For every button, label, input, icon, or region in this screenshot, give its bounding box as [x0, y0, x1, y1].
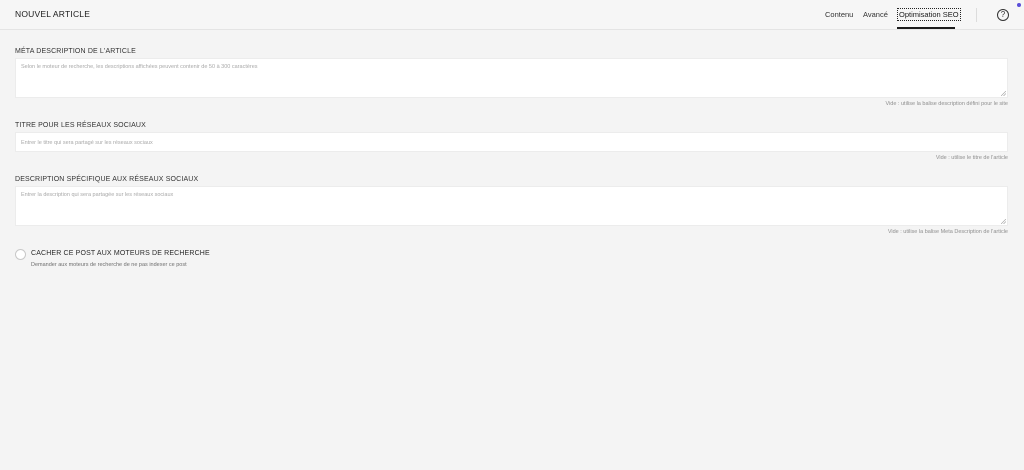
social-title-label: TITRE POUR LES RÉSEAUX SOCIAUX: [15, 122, 146, 129]
active-tab-indicator: [897, 27, 955, 29]
social-description-placeholder: Entrer la description qui sera partagée …: [21, 192, 174, 198]
resize-handle-icon[interactable]: [1001, 219, 1006, 224]
social-description-label: DESCRIPTION SPÉCIFIQUE AUX RÉSEAUX SOCIA…: [15, 176, 199, 183]
tab-contenu[interactable]: Contenu: [825, 10, 853, 19]
hide-post-radio[interactable]: [15, 249, 26, 260]
meta-description-label: MÉTA DESCRIPTION DE L'ARTICLE: [15, 48, 136, 55]
hide-post-label[interactable]: CACHER CE POST AUX MOTEURS DE RECHERCHE: [31, 250, 210, 257]
tab-optimisation-seo[interactable]: Optimisation SEO: [897, 8, 961, 21]
meta-description-textarea[interactable]: Selon le moteur de recherche, les descri…: [15, 58, 1008, 98]
resize-handle-icon[interactable]: [1001, 91, 1006, 96]
social-title-input[interactable]: Entrer le titre qui sera partagé sur les…: [15, 132, 1008, 152]
notification-dot: [1017, 3, 1021, 7]
meta-description-helper: Vide : utilise la balise description déf…: [885, 101, 1009, 107]
meta-description-placeholder: Selon le moteur de recherche, les descri…: [21, 64, 258, 70]
social-description-helper: Vide : utilise la balise Meta Descriptio…: [887, 229, 1008, 235]
top-bar: NOUVEL ARTICLE Contenu Avancé Optimisati…: [0, 0, 1024, 30]
question-circle-icon[interactable]: ?: [997, 9, 1009, 21]
page-title: NOUVEL ARTICLE: [15, 9, 91, 19]
tab-avance[interactable]: Avancé: [863, 10, 888, 19]
social-description-textarea[interactable]: Entrer la description qui sera partagée …: [15, 186, 1008, 226]
header-divider: [976, 8, 977, 22]
hide-post-description: Demander aux moteurs de recherche de ne …: [31, 262, 187, 268]
social-title-placeholder: Entrer le titre qui sera partagé sur les…: [21, 140, 153, 146]
social-title-helper: Vide : utilise le titre de l'article: [935, 155, 1008, 161]
